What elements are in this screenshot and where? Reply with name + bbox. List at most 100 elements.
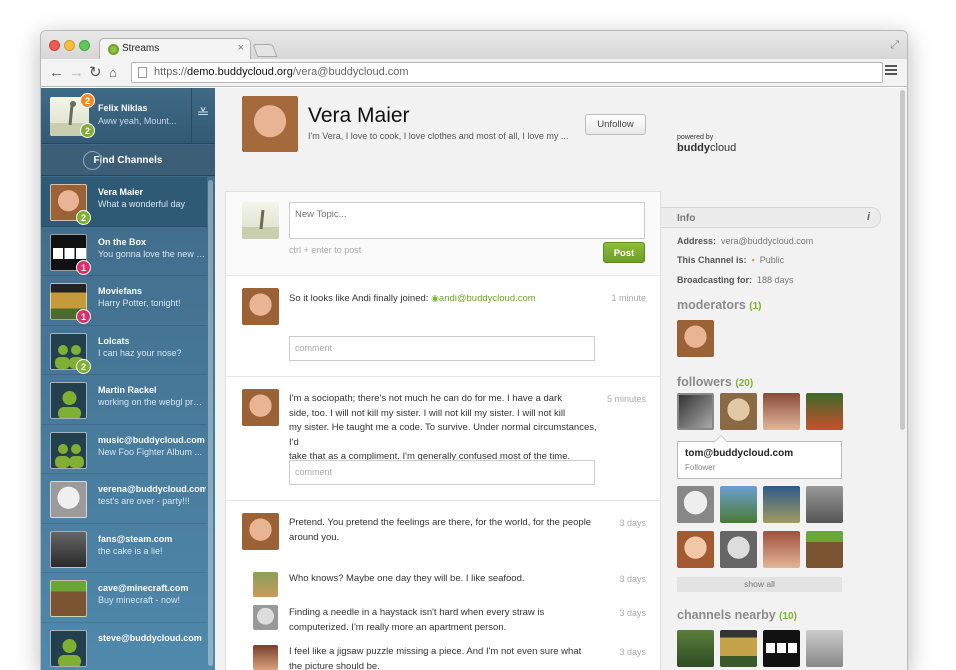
- unread-badge: 2: [76, 210, 91, 225]
- channel-name: cave@minecraft.com: [98, 583, 206, 593]
- info-icon[interactable]: i: [867, 211, 870, 223]
- follower-avatar[interactable]: [806, 486, 843, 523]
- post-text: Pretend. You pretend the feelings are th…: [289, 516, 619, 545]
- close-window-button[interactable]: [49, 40, 60, 51]
- current-user-panel[interactable]: 2 2 Felix Niklas Aww yeah, Mount... ≚: [41, 88, 215, 144]
- find-channels-button[interactable]: Find Channels: [41, 145, 215, 176]
- follower-avatar[interactable]: [763, 393, 800, 430]
- channel-avatar: [242, 96, 298, 152]
- nearby-channel-avatar[interactable]: [806, 630, 843, 667]
- post-time: 5 minutes: [607, 394, 646, 404]
- moderator-avatar[interactable]: [677, 320, 714, 357]
- zoom-window-button[interactable]: [79, 40, 90, 51]
- channel-name: Moviefans: [98, 286, 206, 296]
- comment-input[interactable]: comment: [289, 336, 595, 361]
- reply-avatar[interactable]: [253, 645, 278, 670]
- follower-avatar[interactable]: [806, 393, 843, 430]
- channel-name: Lolcats: [98, 336, 206, 346]
- new-tab-button[interactable]: [253, 44, 278, 57]
- channel-name: music@buddycloud.com: [98, 435, 206, 445]
- reply-time: 3 days: [619, 647, 646, 657]
- powered-by-label: powered by: [677, 134, 713, 141]
- channel-item[interactable]: Martin Rackelworking on the webgl previe…: [41, 375, 207, 425]
- browser-menu-icon[interactable]: [885, 65, 897, 77]
- reply-avatar[interactable]: [253, 572, 278, 597]
- channel-avatar: [50, 580, 87, 617]
- channel-preview: You gonna love the new Doct...: [98, 249, 206, 259]
- follower-avatar[interactable]: [720, 531, 757, 568]
- tab-streams[interactable]: Streams ×: [99, 38, 251, 60]
- notification-badge: 2: [80, 93, 95, 108]
- follower-avatar[interactable]: [720, 486, 757, 523]
- new-topic-input[interactable]: [289, 202, 645, 239]
- mention-link[interactable]: andi@buddycloud.com: [439, 293, 536, 304]
- tab-bar: Streams × ⤢: [41, 31, 907, 59]
- unread-badge: 1: [76, 260, 91, 275]
- post-author-avatar[interactable]: [242, 288, 279, 325]
- channel-item[interactable]: fans@steam.comthe cake is a lie!: [41, 524, 207, 574]
- nearby-channel-avatar[interactable]: [677, 630, 714, 667]
- show-all-button[interactable]: show all: [677, 577, 842, 592]
- nearby-channel-avatar[interactable]: [763, 630, 800, 667]
- post-author-avatar[interactable]: [242, 513, 279, 550]
- unread-badge: 2: [80, 123, 95, 138]
- channel-item[interactable]: music@buddycloud.comNew Foo Fighter Albu…: [41, 425, 207, 475]
- follower-avatar[interactable]: [677, 531, 714, 568]
- app-content: 2 2 Felix Niklas Aww yeah, Mount... ≚ Fi…: [41, 88, 908, 670]
- reply-avatar[interactable]: [253, 605, 278, 630]
- tab-close-icon[interactable]: ×: [238, 42, 244, 54]
- url-path: /vera@buddycloud.com: [293, 66, 409, 78]
- composer: ctrl + enter to post Post: [226, 192, 660, 276]
- channel-item[interactable]: steve@buddycloud.com: [41, 623, 207, 670]
- globe-icon: [83, 151, 102, 170]
- follower-avatar[interactable]: [806, 531, 843, 568]
- address-row: Address: vera@buddycloud.com: [677, 236, 813, 246]
- reload-icon[interactable]: ↻: [89, 63, 102, 83]
- user-status: Aww yeah, Mount...: [98, 116, 176, 126]
- broadcasting-row: Broadcasting for: 188 days: [677, 275, 794, 285]
- post-author-avatar[interactable]: [242, 389, 279, 426]
- channel-name: On the Box: [98, 237, 206, 247]
- channel-avatar: [50, 630, 87, 667]
- home-icon[interactable]: ⌂: [109, 63, 117, 83]
- channel-item[interactable]: cave@minecraft.com Buy minecraft - now!: [41, 573, 207, 623]
- followers-heading: followers (20): [677, 375, 753, 389]
- channel-name: verena@buddycloud.com: [98, 484, 206, 494]
- follower-avatar[interactable]: [677, 486, 714, 523]
- back-arrow-icon[interactable]: ←: [49, 63, 64, 83]
- channel-item[interactable]: 1MoviefansHarry Potter, tonight!: [41, 276, 207, 326]
- reply-text: Who knows? Maybe one day they will be. I…: [289, 572, 525, 587]
- channel-preview: Buy minecraft - now!: [98, 595, 206, 605]
- follower-avatar[interactable]: [763, 531, 800, 568]
- channel-item[interactable]: 2LolcatsI can haz your nose?: [41, 326, 207, 376]
- follower-avatar[interactable]: [720, 393, 757, 430]
- public-icon: ▪: [752, 255, 755, 265]
- info-header[interactable]: Info i: [661, 207, 881, 228]
- channel-visibility-row: This Channel is: ▪ Public: [677, 255, 784, 265]
- channel-preview: working on the webgl preview...: [98, 397, 206, 407]
- buddycloud-logo[interactable]: buddycloud: [677, 142, 736, 154]
- nearby-channel-avatar[interactable]: [720, 630, 757, 667]
- unfollow-button[interactable]: Unfollow: [585, 114, 646, 135]
- channel-avatar: [50, 382, 87, 419]
- minimize-window-button[interactable]: [64, 40, 75, 51]
- channel-name: steve@buddycloud.com: [98, 633, 206, 643]
- fullscreen-icon[interactable]: ⤢: [890, 39, 899, 52]
- post-thread: Pretend. You pretend the feelings are th…: [226, 501, 660, 670]
- channel-avatar: [50, 531, 87, 568]
- channel-item[interactable]: 2Vera MaierWhat a wonderful day: [41, 177, 207, 227]
- post-button[interactable]: Post: [603, 242, 645, 263]
- expand-chevron-icon[interactable]: ≚: [196, 106, 209, 120]
- forward-arrow-icon[interactable]: →: [69, 63, 84, 83]
- page-scrollbar[interactable]: [900, 90, 905, 430]
- channel-item[interactable]: verena@buddycloud.comtest's are over - p…: [41, 474, 207, 524]
- channel-preview: Harry Potter, tonight!: [98, 298, 206, 308]
- post: I'm a sociopath; there's not much he can…: [226, 377, 660, 501]
- channel-preview: the cake is a lie!: [98, 546, 206, 556]
- sidebar-scrollbar[interactable]: [208, 180, 213, 666]
- comment-input[interactable]: comment: [289, 460, 595, 485]
- follower-avatar[interactable]: [763, 486, 800, 523]
- follower-avatar[interactable]: [677, 393, 714, 430]
- address-bar[interactable]: https://demo.buddycloud.org/vera@buddycl…: [131, 62, 883, 83]
- channel-item[interactable]: 1 On the Box You gonna love the new Doct..…: [41, 227, 207, 277]
